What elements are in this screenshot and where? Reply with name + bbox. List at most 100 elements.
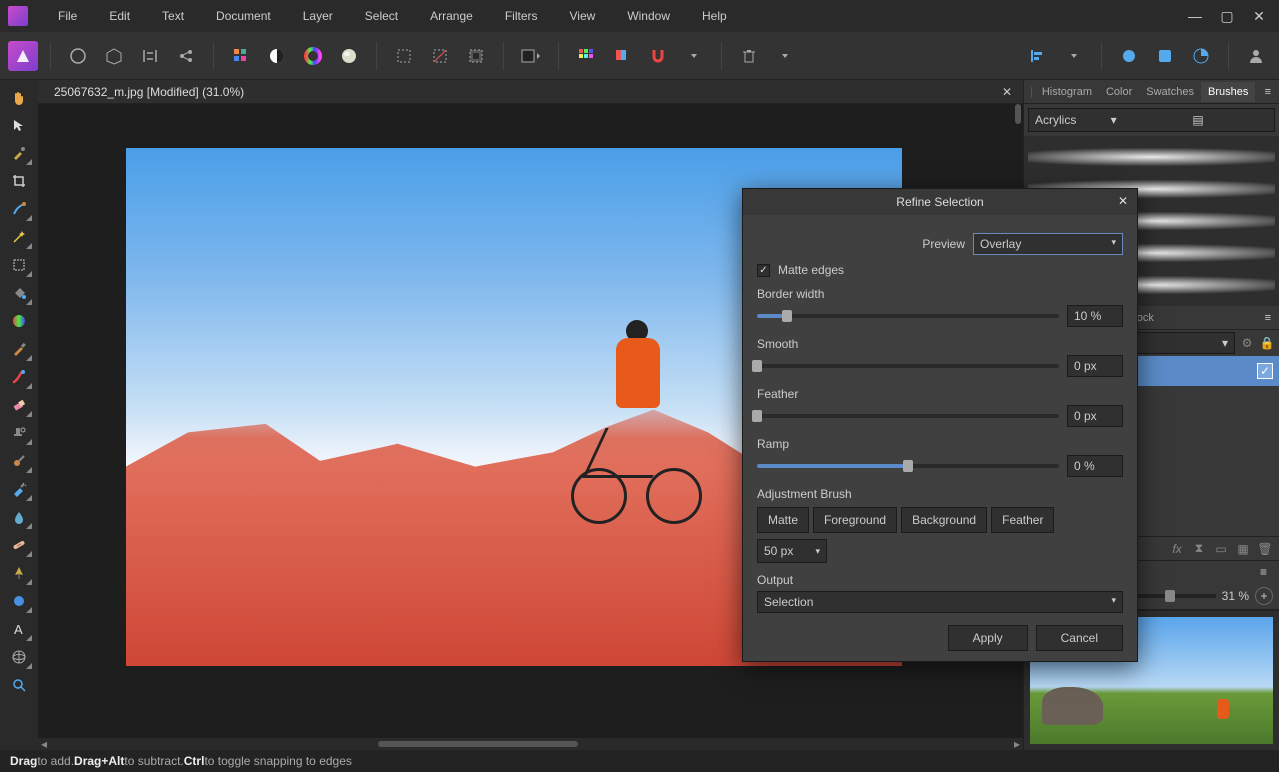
toolbar-invert-selection-icon[interactable] (461, 41, 491, 71)
cancel-button[interactable]: Cancel (1036, 625, 1123, 651)
menu-edit[interactable]: Edit (95, 3, 144, 29)
brush-mode-background[interactable]: Background (901, 507, 987, 533)
toolbar-shape3-icon[interactable] (1186, 41, 1216, 71)
menu-help[interactable]: Help (688, 3, 741, 29)
shape-tool[interactable] (5, 588, 33, 614)
hand-tool[interactable] (5, 84, 33, 110)
toolbar-align-left-icon[interactable] (1023, 41, 1053, 71)
toolbar-swatches-icon[interactable] (226, 41, 256, 71)
window-maximize-button[interactable]: ▢ (1215, 4, 1239, 28)
brush-preview-item[interactable] (1028, 142, 1275, 172)
menu-arrange[interactable]: Arrange (416, 3, 487, 29)
border-width-value[interactable]: 10 % (1067, 305, 1123, 327)
border-width-slider[interactable] (757, 314, 1059, 318)
toolbar-marquee-icon[interactable] (389, 41, 419, 71)
tab-histogram[interactable]: Histogram (1035, 82, 1099, 102)
document-tab[interactable]: 25067632_m.jpg [Modified] (31.0%) (46, 85, 252, 99)
toolbar-grid-icon[interactable] (571, 41, 601, 71)
apply-button[interactable]: Apply (948, 625, 1028, 651)
toolbar-align-icon[interactable] (135, 41, 165, 71)
menu-filters[interactable]: Filters (491, 3, 552, 29)
document-close-button[interactable]: ✕ (999, 84, 1015, 100)
menu-document[interactable]: Document (202, 3, 285, 29)
toolbar-fill-icon[interactable] (516, 41, 546, 71)
menu-layer[interactable]: Layer (289, 3, 347, 29)
pen-tool[interactable] (5, 560, 33, 586)
panel-menu-3-icon[interactable]: ≡ (1256, 565, 1271, 579)
ramp-slider[interactable] (757, 464, 1059, 468)
fx-icon[interactable]: fx (1169, 541, 1185, 557)
text-tool[interactable]: A (5, 616, 33, 642)
toolbar-deselect-icon[interactable] (425, 41, 455, 71)
window-minimize-button[interactable]: — (1183, 4, 1207, 28)
brush-mode-foreground[interactable]: Foreground (813, 507, 897, 533)
feather-value[interactable]: 0 px (1067, 405, 1123, 427)
matte-edges-checkbox[interactable] (757, 264, 770, 277)
hourglass-icon[interactable]: ⧗ (1191, 541, 1207, 557)
blur-tool[interactable] (5, 504, 33, 530)
tab-color[interactable]: Color (1099, 82, 1139, 102)
brush-mode-feather[interactable]: Feather (991, 507, 1054, 533)
dialog-close-button[interactable]: ✕ (1115, 193, 1131, 209)
brush-category-select[interactable]: Acrylics ▾ ▤ (1028, 108, 1275, 132)
crop-tool[interactable] (5, 168, 33, 194)
healing-tool[interactable] (5, 532, 33, 558)
toolbar-circle-icon[interactable] (63, 41, 93, 71)
lock-icon[interactable]: 🔒 (1259, 335, 1275, 351)
erase-tool[interactable] (5, 392, 33, 418)
clone-tool[interactable] (5, 420, 33, 446)
toolbar-color-wheel-icon[interactable] (298, 41, 328, 71)
zoom-tool[interactable] (5, 672, 33, 698)
menu-select[interactable]: Select (351, 3, 412, 29)
toolbar-magnet-icon[interactable] (643, 41, 673, 71)
tab-brushes[interactable]: Brushes (1201, 82, 1255, 102)
move-tool[interactable] (5, 112, 33, 138)
magic-wand-tool[interactable] (5, 224, 33, 250)
gradient-tool[interactable] (5, 308, 33, 334)
vertical-scrollbar[interactable] (1015, 104, 1021, 124)
paint-brush-tool[interactable] (5, 336, 33, 362)
menu-text[interactable]: Text (148, 3, 198, 29)
toolbar-trash-icon[interactable] (734, 41, 764, 71)
delete-layer-icon[interactable]: 🗑 (1257, 541, 1273, 557)
flood-fill-tool[interactable] (5, 280, 33, 306)
preview-select[interactable]: Overlay▾ (973, 233, 1123, 255)
feather-slider[interactable] (757, 414, 1059, 418)
toolbar-dropdown-3-icon[interactable] (1059, 41, 1089, 71)
panel-menu-icon[interactable]: ≡ (1261, 86, 1275, 98)
toolbar-share-icon[interactable] (171, 41, 201, 71)
menu-view[interactable]: View (556, 3, 610, 29)
toolbar-flag-icon[interactable] (607, 41, 637, 71)
panel-menu-2-icon[interactable]: ≡ (1261, 312, 1275, 324)
ramp-value[interactable]: 0 % (1067, 455, 1123, 477)
toolbar-shape1-icon[interactable] (1114, 41, 1144, 71)
gear-icon[interactable]: ⚙ (1239, 335, 1255, 351)
tab-swatches[interactable]: Swatches (1139, 82, 1201, 102)
dodge-tool[interactable] (5, 476, 33, 502)
folder-icon[interactable]: ▭ (1213, 541, 1229, 557)
paint-mixer-tool[interactable] (5, 364, 33, 390)
scroll-right-icon[interactable]: ▸ (1011, 738, 1023, 750)
menu-window[interactable]: Window (613, 3, 684, 29)
menu-file[interactable]: File (44, 3, 91, 29)
add-layer-button[interactable]: + (1255, 587, 1273, 605)
toolbar-cube-icon[interactable] (99, 41, 129, 71)
toolbar-sphere-icon[interactable] (334, 41, 364, 71)
horizontal-scrollbar[interactable] (378, 741, 578, 747)
output-select[interactable]: Selection▾ (757, 591, 1123, 613)
layer-visibility-checkbox[interactable]: ✓ (1257, 363, 1273, 379)
toolbar-contrast-icon[interactable] (262, 41, 292, 71)
brush-mode-matte[interactable]: Matte (757, 507, 809, 533)
toolbar-dropdown-2-icon[interactable] (770, 41, 800, 71)
brush-size-select[interactable]: 50 px▾ (757, 539, 827, 563)
mesh-tool[interactable] (5, 644, 33, 670)
dialog-title-bar[interactable]: Refine Selection ✕ (743, 189, 1137, 215)
adjustment-icon[interactable]: ▦ (1235, 541, 1251, 557)
persona-icon[interactable] (8, 41, 38, 71)
smooth-value[interactable]: 0 px (1067, 355, 1123, 377)
toolbar-dropdown-icon[interactable] (679, 41, 709, 71)
toolbar-shape2-icon[interactable] (1150, 41, 1180, 71)
toolbar-account-icon[interactable] (1241, 41, 1271, 71)
color-picker-tool[interactable] (5, 140, 33, 166)
smooth-slider[interactable] (757, 364, 1059, 368)
